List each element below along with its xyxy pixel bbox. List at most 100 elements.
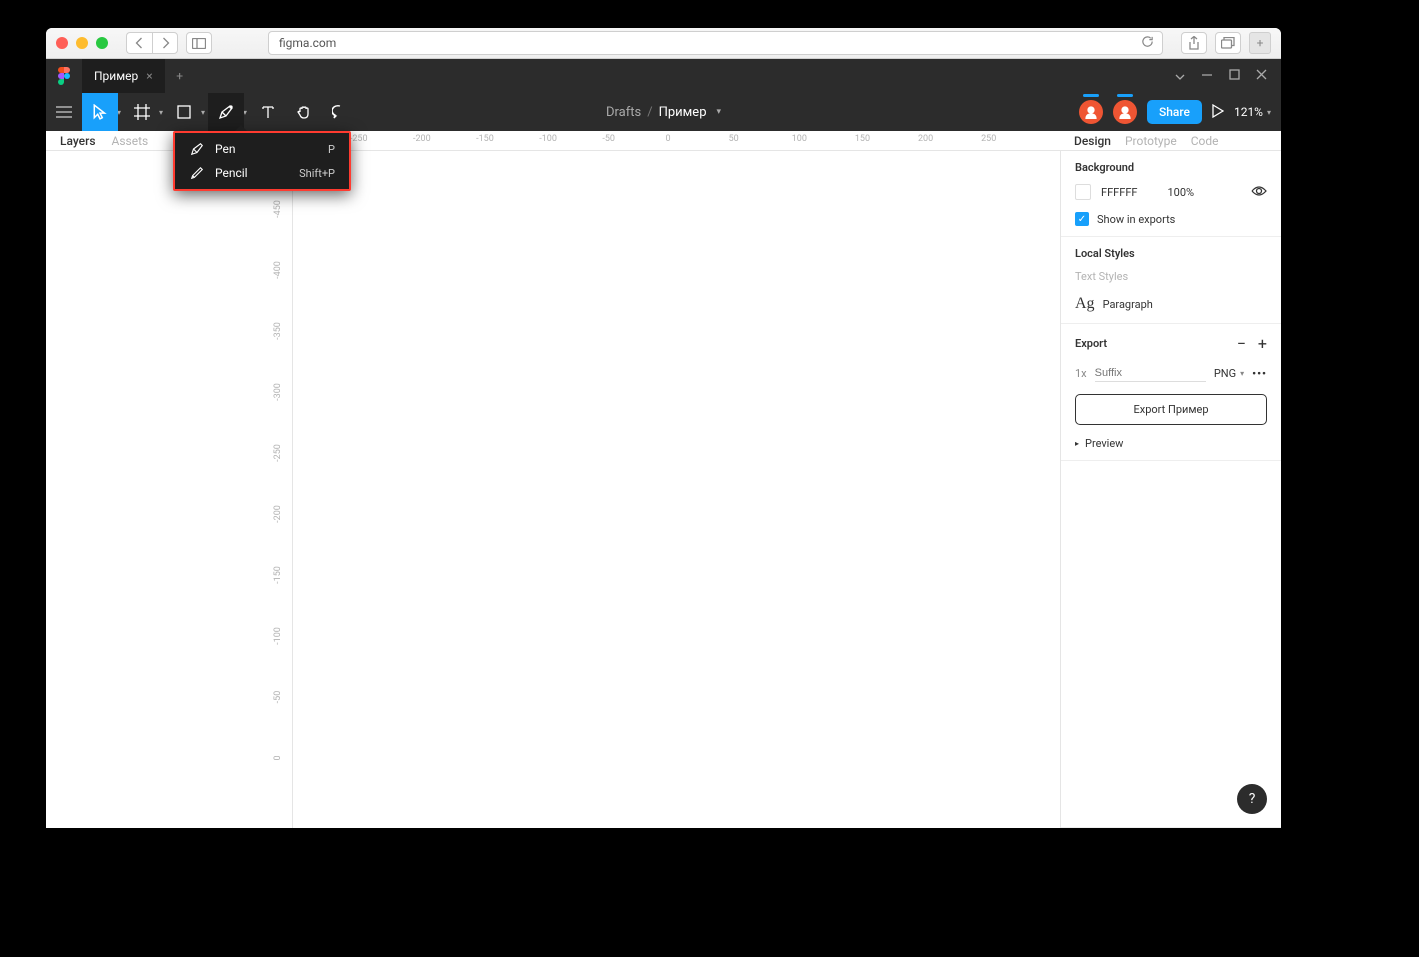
- reload-icon[interactable]: [1141, 35, 1154, 51]
- ruler-tick: 250: [981, 134, 996, 144]
- tabs-os-button[interactable]: [1215, 32, 1241, 54]
- comment-tool-button[interactable]: [322, 93, 358, 131]
- background-opacity[interactable]: 100%: [1167, 186, 1194, 199]
- show-exports-checkbox[interactable]: ✓: [1075, 212, 1089, 226]
- figma-logo-icon[interactable]: [46, 59, 82, 93]
- browser-back-button[interactable]: [126, 32, 152, 54]
- paragraph-style-row[interactable]: Ag Paragraph: [1075, 295, 1267, 313]
- background-section: Background FFFFFF 100% ✓ Show in exports: [1061, 151, 1281, 237]
- frame-tool-button[interactable]: [124, 93, 160, 131]
- window-traffic-lights: [56, 37, 108, 49]
- preview-label: Preview: [1085, 437, 1123, 450]
- shape-tool-button[interactable]: [166, 93, 202, 131]
- close-window-button[interactable]: [56, 37, 68, 49]
- dropdown-item-pen[interactable]: Pen P: [175, 137, 349, 161]
- browser-new-tab-button[interactable]: +: [1249, 32, 1271, 54]
- main-area: -500 -450 -400 -350 -300 -250 -200 -150 …: [46, 151, 1281, 828]
- vertical-ruler: -500 -450 -400 -350 -300 -250 -200 -150 …: [271, 151, 293, 828]
- ruler-tick: -100: [539, 134, 557, 144]
- ruler-tick: -250: [273, 438, 283, 468]
- share-os-button[interactable]: [1181, 32, 1207, 54]
- ruler-tick: -50: [273, 682, 283, 712]
- export-remove-icon[interactable]: −: [1237, 334, 1246, 353]
- ruler-tick: -200: [273, 499, 283, 529]
- show-exports-row[interactable]: ✓ Show in exports: [1075, 212, 1267, 226]
- breadcrumb-root[interactable]: Drafts: [606, 105, 641, 120]
- layers-tab[interactable]: Layers: [60, 134, 96, 148]
- pen-tool-dropdown: Pen P Pencil Shift+P: [173, 131, 351, 191]
- export-add-icon[interactable]: +: [1258, 334, 1267, 353]
- figma-toolbar: ▾ ▾ ▾ ▾ Drafts / Пример ▾ Share 121%▾: [46, 93, 1281, 131]
- window-maximize-icon[interactable]: [1229, 69, 1240, 83]
- figma-tab-bar: Пример × +: [46, 59, 1281, 93]
- preview-row[interactable]: ▸ Preview: [1075, 437, 1267, 450]
- canvas-area[interactable]: -500 -450 -400 -350 -300 -250 -200 -150 …: [271, 151, 1060, 828]
- window-close-icon[interactable]: [1256, 69, 1267, 83]
- background-swatch[interactable]: [1075, 184, 1091, 200]
- chevron-down-icon: ▾: [1240, 369, 1244, 378]
- ruler-tick: -300: [273, 377, 283, 407]
- ruler-tick: -250: [350, 134, 368, 144]
- zoom-value: 121%: [1234, 105, 1263, 119]
- pencil-icon: [189, 166, 205, 180]
- toolbar-right-controls: Share 121% ▾: [1069, 100, 1281, 124]
- browser-forward-button[interactable]: [152, 32, 178, 54]
- minimize-window-button[interactable]: [76, 37, 88, 49]
- prototype-tab[interactable]: Prototype: [1125, 134, 1177, 148]
- text-styles-label: Text Styles: [1075, 270, 1267, 283]
- ruler-tick: -100: [273, 621, 283, 651]
- design-tab[interactable]: Design: [1074, 134, 1111, 148]
- background-title: Background: [1075, 161, 1267, 174]
- export-header: Export − +: [1075, 334, 1267, 353]
- horizontal-ruler: -300 -250 -200 -150 -100 -50 0 50 100 15…: [271, 131, 1060, 151]
- file-tab[interactable]: Пример ×: [82, 59, 165, 93]
- file-tab-label: Пример: [94, 69, 138, 83]
- browser-address-bar[interactable]: figma.com: [268, 31, 1163, 55]
- dropdown-item-label: Pen: [215, 142, 235, 156]
- right-panel: Background FFFFFF 100% ✓ Show in exports…: [1060, 151, 1281, 828]
- ruler-tick: 200: [918, 134, 933, 144]
- visibility-toggle-icon[interactable]: [1251, 185, 1267, 200]
- browser-sidebar-button[interactable]: [186, 32, 212, 54]
- breadcrumb-caret-icon[interactable]: ▾: [717, 107, 722, 117]
- text-tool-button[interactable]: [250, 93, 286, 131]
- export-suffix-input[interactable]: [1095, 365, 1206, 382]
- share-button[interactable]: Share: [1147, 100, 1202, 124]
- export-multiplier[interactable]: 1x: [1075, 367, 1087, 380]
- export-format-select[interactable]: PNG▾: [1214, 367, 1244, 380]
- style-name: Paragraph: [1103, 298, 1153, 311]
- dropdown-item-pencil[interactable]: Pencil Shift+P: [175, 161, 349, 185]
- export-button[interactable]: Export Пример: [1075, 394, 1267, 425]
- code-tab[interactable]: Code: [1191, 134, 1219, 148]
- local-styles-title: Local Styles: [1075, 247, 1267, 260]
- main-menu-button[interactable]: [46, 93, 82, 131]
- hand-tool-button[interactable]: [286, 93, 322, 131]
- present-button[interactable]: [1212, 104, 1224, 121]
- zoom-control[interactable]: 121% ▾: [1234, 105, 1271, 119]
- toolbar-breadcrumb: Drafts / Пример ▾: [606, 105, 721, 120]
- ruler-tick: -200: [413, 134, 431, 144]
- window-dropdown-icon[interactable]: [1175, 69, 1185, 83]
- background-hex[interactable]: FFFFFF: [1101, 186, 1137, 199]
- maximize-window-button[interactable]: [96, 37, 108, 49]
- background-color-row: FFFFFF 100%: [1075, 184, 1267, 200]
- assets-tab[interactable]: Assets: [112, 134, 149, 148]
- browser-nav-group: [126, 32, 178, 54]
- export-more-icon[interactable]: •••: [1252, 367, 1267, 380]
- zoom-caret-icon: ▾: [1267, 108, 1271, 117]
- ruler-corner-right: Design Prototype Code: [1060, 131, 1281, 151]
- breadcrumb-file[interactable]: Пример: [659, 105, 707, 120]
- ruler-tick: -150: [476, 134, 494, 144]
- user-avatar-1[interactable]: [1079, 100, 1103, 124]
- local-styles-section: Local Styles Text Styles Ag Paragraph: [1061, 237, 1281, 324]
- browser-right-controls: +: [1181, 32, 1271, 54]
- help-button[interactable]: ?: [1237, 784, 1267, 814]
- new-file-tab-button[interactable]: +: [165, 59, 195, 93]
- window-minimize-icon[interactable]: [1201, 69, 1213, 84]
- close-tab-icon[interactable]: ×: [146, 69, 152, 83]
- user-avatar-2[interactable]: [1113, 100, 1137, 124]
- move-tool-button[interactable]: [82, 93, 118, 131]
- ruler-tick: -350: [273, 316, 283, 346]
- canvas[interactable]: [293, 151, 1060, 828]
- ruler-tick: 100: [792, 134, 807, 144]
